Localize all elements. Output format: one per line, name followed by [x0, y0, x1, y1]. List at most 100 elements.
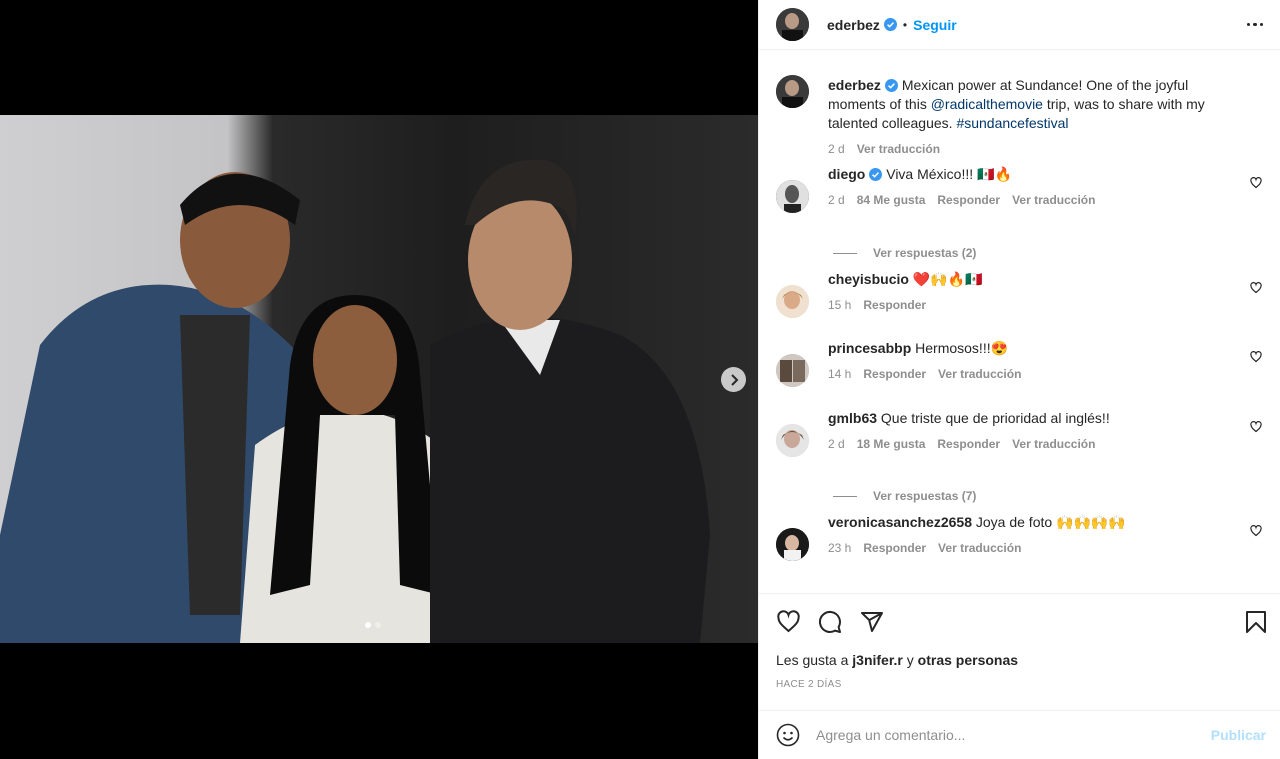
carousel-dots	[365, 622, 381, 628]
caption-meta: 2 d Ver traducción	[828, 142, 1238, 156]
avatar-image	[776, 285, 809, 318]
avatar[interactable]	[776, 75, 809, 108]
add-comment-bar: Publicar	[759, 710, 1280, 759]
avatar-image	[776, 75, 809, 108]
comment-username[interactable]: gmlb63	[828, 410, 877, 426]
avatar[interactable]	[776, 8, 809, 41]
caption-text: ederbez Mexican power at Sundance! One o…	[828, 60, 1238, 133]
view-replies-label: Ver respuestas (2)	[873, 246, 977, 260]
heart-icon[interactable]	[1250, 525, 1262, 537]
translate-button[interactable]: Ver traducción	[938, 367, 1021, 381]
more-icon-dot	[1253, 22, 1257, 27]
comment-meta: 23 h Responder Ver traducción	[828, 541, 1238, 555]
comment-input[interactable]	[816, 727, 1211, 743]
translate-button[interactable]: Ver traducción	[938, 541, 1021, 555]
comment-username[interactable]: princesabbp	[828, 340, 911, 356]
verified-icon	[869, 168, 883, 181]
heart-icon[interactable]	[776, 610, 801, 634]
comment-meta: 14 h Responder Ver traducción	[828, 367, 1238, 381]
caption-time: 2 d	[828, 142, 845, 156]
next-photo-button[interactable]	[721, 367, 746, 392]
more-icon	[1246, 22, 1250, 27]
comments-list[interactable]: ederbez Mexican power at Sundance! One o…	[759, 60, 1280, 592]
liked-by-others[interactable]: otras personas	[918, 652, 1018, 668]
comment-icon[interactable]	[818, 610, 842, 634]
translate-button[interactable]: Ver traducción	[857, 142, 940, 156]
comment-time: 15 h	[828, 298, 852, 312]
avatar[interactable]	[776, 180, 809, 213]
post-username[interactable]: ederbez	[827, 17, 880, 33]
comment-text: diego Viva México!!! 🇲🇽🔥	[828, 165, 1238, 184]
caption-username[interactable]: ederbez	[828, 77, 881, 93]
post-photo[interactable]	[0, 115, 758, 643]
heart-icon[interactable]	[1250, 282, 1262, 294]
action-icons	[776, 610, 1267, 634]
comment-body: Que triste que de prioridad al inglés!!	[880, 410, 1110, 426]
likes-summary: Les gusta a j3nifer.r y otras personas	[776, 652, 1018, 668]
avatar[interactable]	[776, 285, 809, 318]
heart-icon[interactable]	[1250, 421, 1262, 433]
reply-button[interactable]: Responder	[863, 298, 926, 312]
heart-icon[interactable]	[1250, 351, 1262, 363]
avatar[interactable]	[776, 528, 809, 561]
likes-prefix: Les gusta a	[776, 652, 853, 668]
heart-icon[interactable]	[1250, 177, 1262, 189]
comment-meta: 2 d 18 Me gusta Responder Ver traducción	[828, 437, 1238, 451]
translate-button[interactable]: Ver traducción	[1012, 437, 1095, 451]
comment-username[interactable]: cheyisbucio	[828, 271, 909, 287]
view-replies-button[interactable]: Ver respuestas (7)	[833, 489, 976, 503]
share-icon[interactable]	[860, 610, 884, 634]
replies-line	[833, 252, 857, 254]
comment-item: cheyisbucio ❤️🙌🔥🇲🇽 15 h Responder	[776, 270, 1270, 318]
hashtag-link[interactable]: #sundancefestival	[956, 115, 1068, 131]
comment-username[interactable]: diego	[828, 166, 865, 182]
avatar-image	[776, 8, 809, 41]
comment-time: 2 d	[828, 193, 845, 207]
reply-button[interactable]: Responder	[937, 437, 1000, 451]
carousel-dot-active	[365, 622, 371, 628]
comment-text: gmlb63 Que triste que de prioridad al in…	[828, 409, 1238, 428]
post-media	[0, 0, 758, 759]
reply-button[interactable]: Responder	[863, 367, 926, 381]
reply-button[interactable]: Responder	[937, 193, 1000, 207]
likes-middle: y	[902, 652, 918, 668]
comment-time: 23 h	[828, 541, 852, 555]
caption-row: ederbez Mexican power at Sundance! One o…	[776, 60, 1270, 156]
comment-item: diego Viva México!!! 🇲🇽🔥 2 d 84 Me gusta…	[776, 165, 1270, 213]
comment-text: veronicasanchez2658 Joya de foto 🙌🙌🙌🙌	[828, 513, 1238, 532]
comment-time: 14 h	[828, 367, 852, 381]
comment-time: 2 d	[828, 437, 845, 451]
publish-button[interactable]: Publicar	[1211, 727, 1266, 743]
comment-body: Joya de foto 🙌🙌🙌🙌	[975, 514, 1126, 530]
post-date[interactable]: HACE 2 DÍAS	[776, 679, 842, 690]
mention-link[interactable]: @radicalthemovie	[931, 96, 1043, 112]
comment-username[interactable]: veronicasanchez2658	[828, 514, 972, 530]
view-replies-button[interactable]: Ver respuestas (2)	[833, 246, 976, 260]
verified-icon	[883, 18, 897, 31]
emoji-icon[interactable]	[776, 723, 800, 747]
comment-body: ❤️🙌🔥🇲🇽	[912, 271, 983, 287]
replies-line	[833, 495, 857, 497]
likes-count[interactable]: 18 Me gusta	[857, 437, 926, 451]
more-options-button[interactable]	[1246, 22, 1263, 27]
avatar[interactable]	[776, 424, 809, 457]
avatar[interactable]	[776, 354, 809, 387]
post-panel: ederbez • Seguir ederbez Mexican power a…	[758, 0, 1280, 759]
bookmark-icon[interactable]	[1245, 610, 1267, 634]
avatar-image	[776, 180, 809, 213]
more-icon-dot	[1259, 22, 1263, 27]
avatar-image	[776, 528, 809, 561]
liked-by-user[interactable]: j3nifer.r	[852, 652, 903, 668]
translate-button[interactable]: Ver traducción	[1012, 193, 1095, 207]
comment-meta: 15 h Responder	[828, 298, 1238, 312]
photo-illustration	[0, 159, 710, 643]
verified-icon	[884, 79, 898, 92]
follow-button[interactable]: Seguir	[913, 17, 957, 33]
post-actions: Les gusta a j3nifer.r y otras personas H…	[759, 593, 1280, 710]
comment-item: veronicasanchez2658 Joya de foto 🙌🙌🙌🙌 23…	[776, 513, 1270, 561]
reply-button[interactable]: Responder	[863, 541, 926, 555]
comment-text: cheyisbucio ❤️🙌🔥🇲🇽	[828, 270, 1238, 289]
comment-body: Hermosos!!!😍	[915, 340, 1009, 356]
likes-count[interactable]: 84 Me gusta	[857, 193, 926, 207]
chevron-right-icon	[730, 373, 738, 386]
